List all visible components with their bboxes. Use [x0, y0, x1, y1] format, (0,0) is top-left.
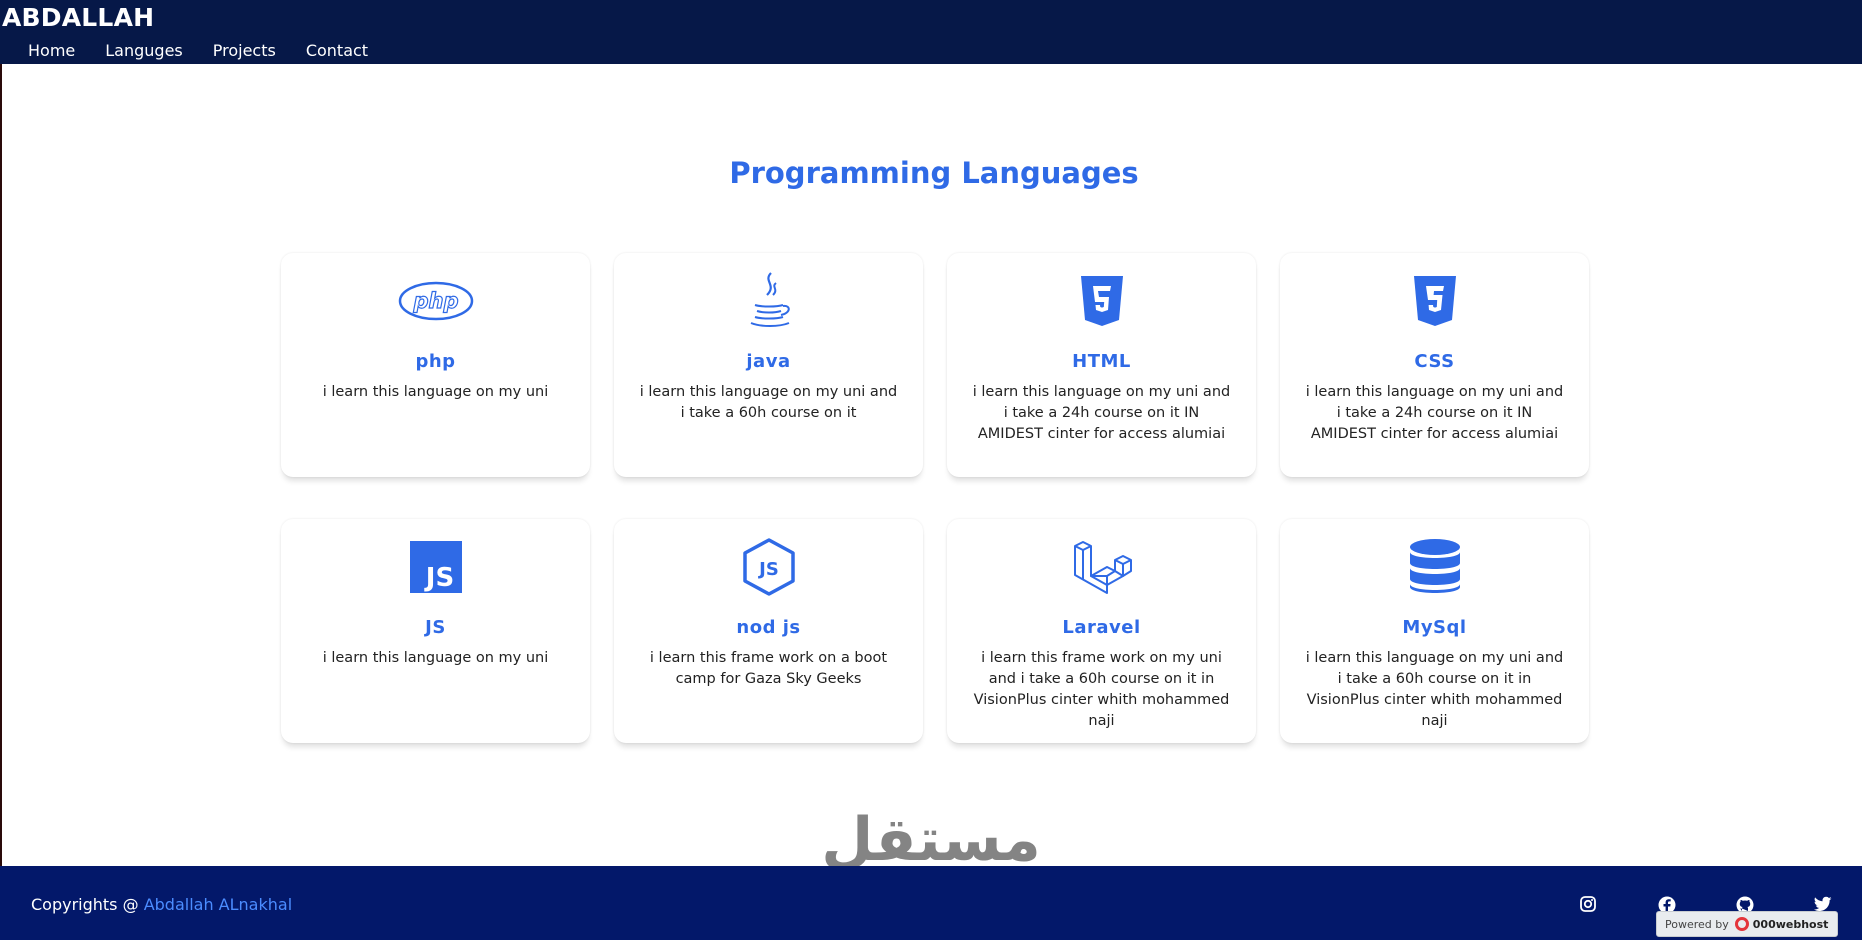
html5-icon: [947, 271, 1256, 331]
card-title: Laravel: [1062, 617, 1141, 638]
language-card: Laravel i learn this frame work on my un…: [947, 519, 1256, 743]
hosting-badge[interactable]: Powered by 000webhost: [1656, 911, 1838, 937]
card-description: i learn this frame work on a boot camp f…: [649, 650, 888, 687]
card-description: i learn this language on my uni and i ta…: [1305, 650, 1564, 729]
laravel-icon: [947, 537, 1256, 597]
card-title: nod js: [736, 617, 801, 638]
card-title: CSS: [1414, 351, 1455, 372]
card-description: i learn this language on my uni and i ta…: [972, 384, 1231, 442]
java-icon: [614, 271, 923, 331]
language-card: JS JS i learn this language on my uni: [281, 519, 590, 743]
php-icon: php: [281, 271, 590, 331]
svg-text:php: php: [412, 289, 458, 313]
card-title: php: [415, 351, 456, 372]
section-title: Programming Languages: [729, 156, 1139, 190]
brand-logo[interactable]: ABDALLAH: [2, 3, 154, 32]
instagram-icon[interactable]: [1580, 896, 1600, 916]
language-card: HTML i learn this language on my uni and…: [947, 253, 1256, 477]
copyright-prefix: Copyrights @: [31, 895, 144, 914]
watermark-arabic: مستقل: [821, 805, 1042, 875]
language-card: MySql i learn this language on my uni an…: [1280, 519, 1589, 743]
language-card: CSS i learn this language on my uni and …: [1280, 253, 1589, 477]
card-title: java: [746, 351, 791, 372]
card-title: JS: [425, 617, 446, 638]
card-description: i learn this language on my uni and i ta…: [1305, 384, 1564, 442]
copyright-text: Copyrights @ Abdallah ALnakhal: [31, 895, 292, 914]
webhost-logo-icon: [1734, 917, 1749, 931]
main-nav: Home Languges Projects Contact: [28, 41, 398, 60]
language-card: JS nod js i learn this frame work on a b…: [614, 519, 923, 743]
database-icon: [1280, 537, 1589, 597]
languages-grid: php php i learn this language on my uni …: [281, 253, 1589, 743]
nodejs-icon: JS: [614, 537, 923, 597]
nav-home[interactable]: Home: [28, 41, 75, 60]
css3-icon: [1280, 271, 1589, 331]
js-icon: JS: [281, 537, 590, 597]
svg-text:JS: JS: [757, 559, 779, 580]
badge-host-text: 000webhost: [1752, 917, 1829, 931]
language-card: php php i learn this language on my uni: [281, 253, 590, 477]
site-footer: Copyrights @ Abdallah ALnakhal: [0, 866, 1862, 940]
site-header: ABDALLAH Home Languges Projects Contact: [0, 0, 1862, 64]
card-title: MySql: [1402, 617, 1467, 638]
card-description: i learn this language on my uni: [322, 384, 549, 400]
card-description: i learn this frame work on my uni and i …: [973, 650, 1230, 729]
card-description: i learn this language on my uni and i ta…: [639, 384, 898, 421]
language-card: java i learn this language on my uni and…: [614, 253, 923, 477]
badge-powered-text: Powered by: [1665, 917, 1729, 931]
owner-link[interactable]: Abdallah ALnakhal: [144, 895, 292, 914]
nav-projects[interactable]: Projects: [213, 41, 276, 60]
card-title: HTML: [1072, 351, 1131, 372]
nav-languages[interactable]: Languges: [105, 41, 183, 60]
card-description: i learn this language on my uni: [322, 650, 549, 666]
nav-contact[interactable]: Contact: [306, 41, 368, 60]
svg-text:JS: JS: [423, 563, 453, 593]
